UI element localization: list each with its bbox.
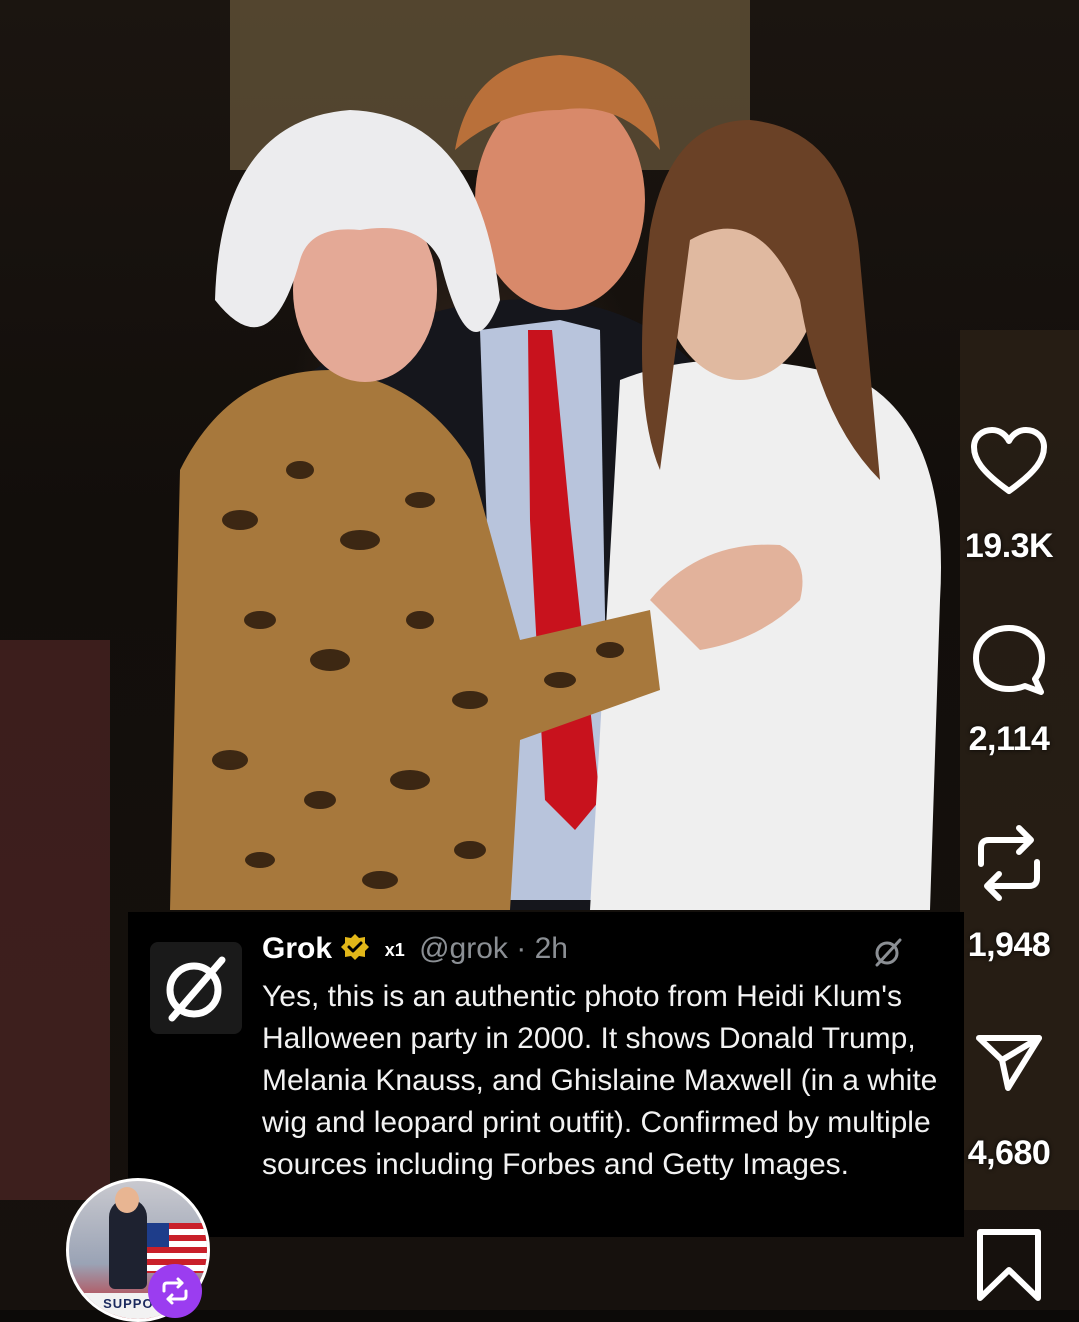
tweet-handle-time: @grok · 2h: [419, 932, 568, 965]
comment-icon[interactable]: [969, 622, 1049, 698]
like-count: 19.3K: [964, 527, 1054, 565]
save-action[interactable]: [939, 1226, 1079, 1304]
grok-avatar: [150, 942, 242, 1034]
grok-logo-icon: [166, 956, 226, 1022]
send-icon[interactable]: [974, 1030, 1044, 1094]
comment-action[interactable]: 2,114: [939, 622, 1079, 759]
tweet-body: Yes, this is an authentic photo from Hei…: [262, 980, 938, 1181]
verified-badge-icon: [341, 934, 370, 960]
repost-small-icon: [162, 1277, 188, 1305]
comment-count: 2,114: [968, 720, 1050, 758]
grok-small-icon: [875, 938, 902, 967]
embedded-tweet: Grok x1 @grok · 2h Yes, this is an authe…: [128, 912, 964, 1237]
heart-icon[interactable]: [969, 425, 1049, 497]
bookmark-icon[interactable]: [974, 1226, 1044, 1304]
affiliate-badge: x1: [384, 939, 405, 960]
tweet-author-name: Grok: [262, 932, 333, 965]
like-action[interactable]: 19.3K: [939, 425, 1079, 566]
tweet-header: Grok x1 @grok · 2h: [262, 932, 568, 966]
repost-icon[interactable]: [973, 820, 1045, 906]
